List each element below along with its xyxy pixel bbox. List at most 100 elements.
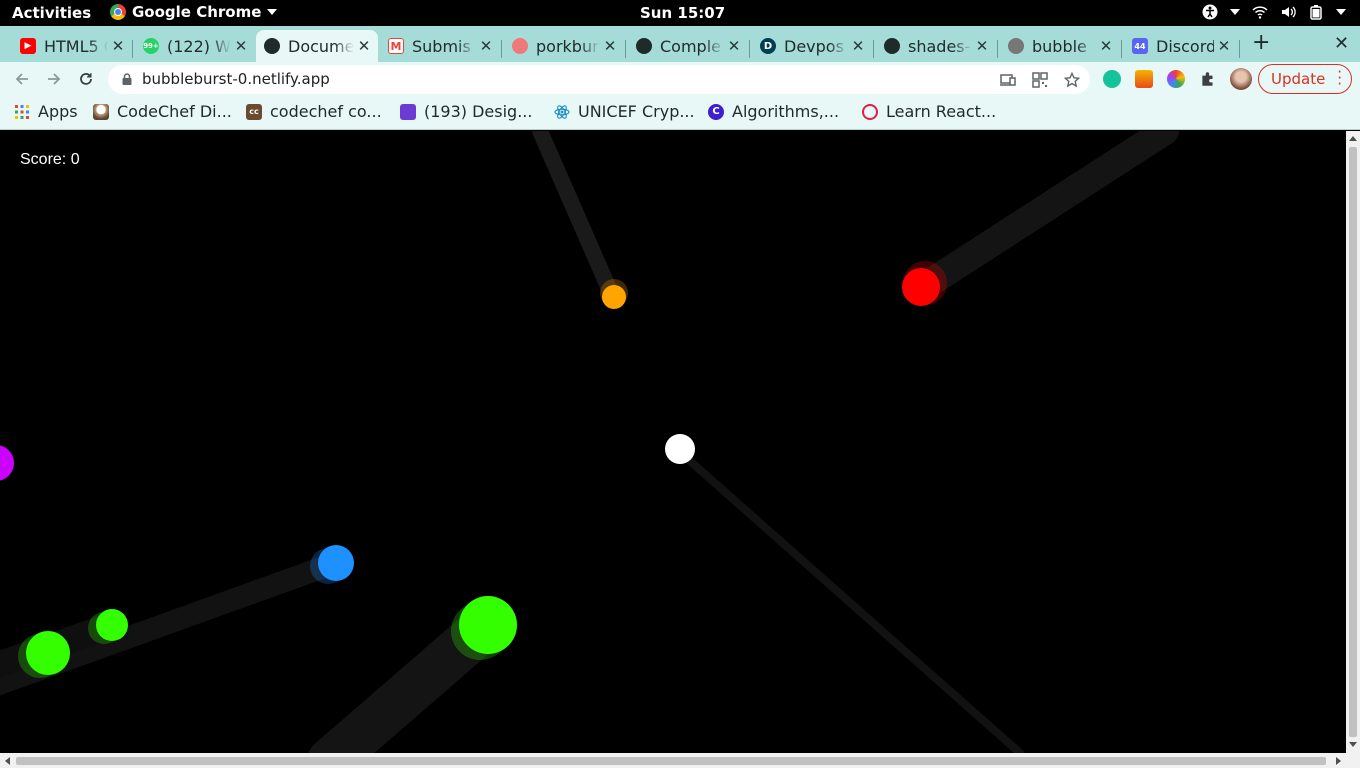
update-button[interactable]: Update · · · xyxy=(1258,64,1352,94)
scrimba-icon xyxy=(862,103,878,120)
volume-icon[interactable] xyxy=(1280,4,1296,20)
bookmarks-bar: Apps CodeChef Di... cc codechef co... (1… xyxy=(0,96,1360,130)
install-app-icon[interactable] xyxy=(1000,72,1016,88)
tab-porkbun[interactable]: porkbun ✕ xyxy=(504,30,624,62)
bookmark-label: (193) Desig... xyxy=(424,102,533,121)
tab-github-complete[interactable]: Comple ✕ xyxy=(628,30,748,62)
chrome-icon xyxy=(110,4,126,20)
player-bubble xyxy=(665,434,695,464)
close-icon[interactable]: ✕ xyxy=(1096,37,1116,55)
vertical-scroll-thumb[interactable] xyxy=(1349,147,1357,737)
puzzle-extensions-icon[interactable] xyxy=(1199,70,1217,88)
vertical-scrollbar[interactable] xyxy=(1346,131,1360,753)
youtube-icon: ▶ xyxy=(20,38,36,54)
tab-separator xyxy=(132,40,133,58)
orange-bubble-glow xyxy=(600,279,628,307)
tab-separator xyxy=(501,40,502,58)
whatsapp-icon: 99+ xyxy=(143,38,159,54)
profile-avatar[interactable] xyxy=(1230,68,1252,90)
bookmark-algorithms[interactable]: C Algorithms,... xyxy=(708,102,839,121)
codechef-cc-icon: cc xyxy=(246,103,262,120)
tab-discord[interactable]: 44 Discord ✕ xyxy=(1124,30,1238,62)
chevron-down-icon[interactable] xyxy=(1230,9,1240,15)
blue-bubble-glow xyxy=(310,548,346,584)
url-text[interactable]: bubbleburst-0.netlify.app xyxy=(142,70,330,88)
notification-icon xyxy=(400,103,416,120)
back-button[interactable] xyxy=(11,68,33,90)
scroll-down-arrow-icon[interactable] xyxy=(1349,742,1357,747)
tab-devpost[interactable]: D Devpos ✕ xyxy=(752,30,872,62)
wifi-icon[interactable] xyxy=(1252,4,1268,20)
app-menu[interactable]: Google Chrome xyxy=(110,3,278,21)
arrow-right-icon xyxy=(48,73,61,85)
close-icon[interactable]: ✕ xyxy=(1214,37,1234,55)
tab-document-active[interactable]: Docume ✕ xyxy=(256,30,378,62)
bookmark-label: UNICEF Cryp... xyxy=(578,102,695,121)
forward-button[interactable] xyxy=(43,68,65,90)
bookmark-codechef-di[interactable]: CodeChef Di... xyxy=(93,102,232,121)
tab-strip: ▶ HTML5 G ✕ 99+ (122) W ✕ Docume ✕ M Sub… xyxy=(0,26,1360,62)
close-icon[interactable]: ✕ xyxy=(848,37,868,55)
reload-button[interactable] xyxy=(75,68,97,90)
tab-gmail[interactable]: M Submis ✕ xyxy=(380,30,500,62)
tab-title: shades- xyxy=(908,36,971,56)
arrow-left-icon xyxy=(15,73,28,85)
porkbun-icon xyxy=(512,38,528,54)
tab-title: Docume xyxy=(288,36,354,56)
close-icon[interactable]: ✕ xyxy=(476,37,496,55)
bookmark-label: Learn React... xyxy=(886,102,997,121)
tab-title: Submis xyxy=(412,36,471,56)
tab-title: porkbun xyxy=(536,36,600,56)
tab-youtube[interactable]: ▶ HTML5 G ✕ xyxy=(12,30,132,62)
tab-separator xyxy=(1239,40,1240,58)
close-icon[interactable]: ✕ xyxy=(724,37,744,55)
globe-icon xyxy=(264,38,280,54)
horizontal-scrollbar[interactable] xyxy=(0,753,1360,768)
tab-whatsapp[interactable]: 99+ (122) W ✕ xyxy=(135,30,255,62)
chevron-down-icon xyxy=(267,9,278,15)
bookmark-unicef[interactable]: UNICEF Cryp... xyxy=(554,102,695,121)
close-icon[interactable]: ✕ xyxy=(231,37,251,55)
bookmark-design[interactable]: (193) Desig... xyxy=(400,102,532,121)
activities-button[interactable]: Activities xyxy=(12,4,91,22)
lock-icon[interactable] xyxy=(122,73,132,85)
mid-green-bubble-glow xyxy=(18,634,62,678)
scroll-right-arrow-icon[interactable] xyxy=(1336,757,1341,765)
bookmark-apps[interactable]: Apps xyxy=(14,102,78,121)
chevron-down-icon[interactable] xyxy=(1336,9,1346,15)
close-icon[interactable]: ✕ xyxy=(108,37,128,55)
tab-github-shades[interactable]: shades- ✕ xyxy=(876,30,996,62)
qr-code-icon[interactable] xyxy=(1032,72,1048,88)
bookmark-label: codechef co... xyxy=(270,102,382,121)
close-icon[interactable]: ✕ xyxy=(600,37,620,55)
projectile-trail xyxy=(686,457,1024,753)
accessibility-icon[interactable] xyxy=(1202,4,1218,20)
clock[interactable]: Sun 15:07 xyxy=(640,4,725,22)
red-bubble-trail xyxy=(911,131,1179,300)
tab-separator xyxy=(997,40,998,58)
c-logo-icon: C xyxy=(708,103,724,120)
color-picker-extension-icon[interactable] xyxy=(1167,70,1185,88)
scroll-up-arrow-icon[interactable] xyxy=(1349,136,1357,141)
extension-icon[interactable] xyxy=(1135,70,1153,88)
bookmark-star-icon[interactable] xyxy=(1064,72,1080,88)
bookmark-label: Algorithms,... xyxy=(732,102,840,121)
devpost-icon: D xyxy=(760,38,776,54)
reload-icon xyxy=(80,73,92,85)
close-window-button[interactable]: ✕ xyxy=(1334,33,1349,54)
address-bar[interactable]: bubbleburst-0.netlify.app xyxy=(108,65,1090,94)
tab-bubbleburst[interactable]: bubble ✕ xyxy=(1000,30,1120,62)
more-menu-icon[interactable]: · · · xyxy=(1337,65,1342,92)
bookmark-codechef-co[interactable]: cc codechef co... xyxy=(246,102,382,121)
new-tab-button[interactable]: + xyxy=(1252,32,1270,54)
close-icon[interactable]: ✕ xyxy=(972,37,992,55)
game-canvas[interactable]: Score: 0 xyxy=(0,131,1346,753)
system-top-bar: Activities Google Chrome Sun 15:07 xyxy=(0,0,1360,26)
battery-icon[interactable] xyxy=(1308,4,1324,20)
horizontal-scroll-thumb[interactable] xyxy=(16,757,1326,765)
system-tray[interactable] xyxy=(1202,4,1346,20)
scroll-left-arrow-icon[interactable] xyxy=(5,757,10,765)
grammarly-extension-icon[interactable] xyxy=(1103,70,1121,88)
close-icon[interactable]: ✕ xyxy=(354,37,374,55)
bookmark-learn-react[interactable]: Learn React... xyxy=(862,102,996,121)
